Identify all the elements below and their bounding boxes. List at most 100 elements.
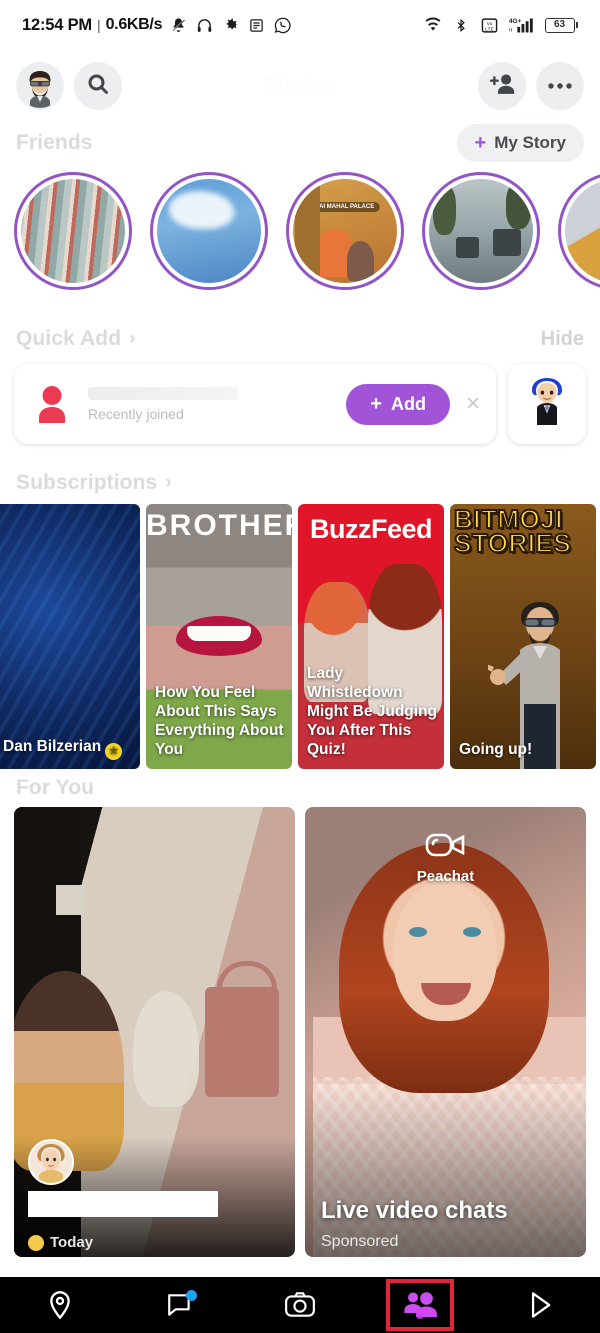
subscription-caption: Going up! (459, 741, 533, 759)
story-item[interactable]: JAI MAHAL PALACE (286, 172, 404, 290)
my-story-label: My Story (494, 133, 566, 152)
timestamp-row: Today (28, 1234, 93, 1251)
svg-text:Vo: Vo (486, 20, 492, 26)
add-friend-button[interactable]: + Add (346, 383, 450, 425)
story-item[interactable] (150, 172, 268, 290)
timestamp: Today (50, 1234, 94, 1251)
gear-icon (221, 16, 240, 35)
headphones-icon (195, 16, 214, 35)
story-thumbnail-market (21, 179, 125, 283)
status-time: 12:54 PM (22, 15, 92, 34)
quick-add-username-redacted (88, 386, 238, 400)
story-location-tag: JAI MAHAL PALACE (309, 201, 381, 212)
username-redaction-bar (28, 1191, 218, 1217)
header-actions (478, 62, 584, 110)
card-title: Live video chats (321, 1197, 508, 1224)
nav-map-tab[interactable] (0, 1277, 120, 1333)
subscription-caption-wrap: Dan Bilzerian ★ (3, 738, 133, 760)
friends-group-icon (402, 1290, 438, 1320)
play-triangle-icon (526, 1290, 554, 1320)
friends-title: Friends (16, 131, 93, 154)
quick-add-section-header: Quick Add › Hide (0, 318, 600, 360)
status-bar-right: Vo LTE 4G+ ıı 63 (424, 16, 578, 35)
my-story-button[interactable]: + My Story (456, 124, 584, 162)
wifi-icon (424, 16, 443, 35)
story-item[interactable] (422, 172, 540, 290)
hide-button[interactable]: Hide (541, 328, 584, 351)
plus-icon: + (370, 393, 382, 415)
location-pin-icon (46, 1290, 74, 1320)
gradient-overlay (305, 1087, 586, 1257)
for-you-card[interactable]: Today (14, 807, 295, 1257)
subscription-tile[interactable]: Dan Bilzerian ★ (0, 504, 140, 769)
add-label: Add (390, 393, 426, 414)
svg-text:LTE: LTE (485, 26, 494, 32)
brand-logo: Peachat (305, 829, 586, 885)
story-dot-icon (28, 1234, 44, 1251)
subscriptions-carousel[interactable]: Dan Bilzerian★ BROTHER How You Feel Abou… (0, 504, 600, 769)
friends-section-header: Friends + My Story (0, 122, 600, 164)
story-thumbnail-sky (157, 179, 261, 283)
subscription-tile[interactable]: BROTHER How You Feel About This Says Eve… (146, 504, 292, 769)
profile-bitmoji-icon (18, 64, 62, 108)
video-camera-icon (424, 833, 468, 865)
sponsored-label: Sponsored (321, 1233, 399, 1250)
signal-4gplus-icon: 4G+ ıı (508, 16, 536, 35)
search-icon (86, 72, 110, 101)
teeth-graphic (187, 626, 251, 641)
nav-stories-tab[interactable] (360, 1277, 480, 1333)
quick-add-card[interactable]: Recently joined + Add × (14, 364, 496, 444)
profile-avatar-button[interactable] (16, 62, 64, 110)
quick-add-card[interactable] (508, 364, 586, 444)
story-item[interactable] (558, 172, 600, 290)
svg-text:4G+: 4G+ (508, 18, 521, 25)
nav-spotlight-tab[interactable] (480, 1277, 600, 1333)
add-friends-button[interactable] (478, 62, 526, 110)
for-you-card[interactable]: Peachat Live video chats Sponsored (305, 807, 586, 1257)
snapchat-stories-screen: 12:54 PM | 0.6KB/s Vo LTE 4G+ ıı 63 Stor… (0, 0, 600, 1333)
more-dots-icon (547, 77, 573, 95)
svg-text:ıı: ıı (508, 27, 512, 34)
nav-chat-tab[interactable] (120, 1277, 240, 1333)
close-icon[interactable]: × (466, 392, 480, 416)
status-bar: 12:54 PM | 0.6KB/s Vo LTE 4G+ ıı 63 (0, 0, 600, 50)
quick-add-card-text: Recently joined (88, 386, 346, 422)
more-options-button[interactable] (536, 62, 584, 110)
subscription-tile[interactable]: BITMOJI STORIES Going up! (450, 504, 596, 769)
add-person-icon (489, 72, 516, 101)
bitmoji-avatar-icon (524, 377, 570, 432)
subscription-tile[interactable]: BuzzFeed Lady Whistledown Might Be Judgi… (298, 504, 444, 769)
status-data-rate: 0.6KB/s (105, 16, 163, 33)
for-you-grid[interactable]: Today Peachat Live video chats Sponsored (0, 807, 600, 1257)
for-you-title: For You (16, 776, 95, 799)
battery-level: 63 (553, 19, 566, 30)
subscription-brand: BuzzFeed (309, 514, 433, 544)
subscription-brand: BITMOJI STORIES (453, 504, 572, 558)
chat-unread-badge (185, 1290, 197, 1301)
eye-graphic (463, 927, 481, 937)
brand-name: Peachat (416, 868, 475, 885)
chevron-right-icon[interactable]: › (165, 472, 171, 494)
friends-stories-carousel[interactable]: JAI MAHAL PALACE (0, 164, 600, 290)
chevron-right-icon[interactable]: › (129, 328, 135, 350)
subscription-caption: Lady Whistledown Might Be Judging You Af… (307, 665, 438, 759)
camera-icon (284, 1291, 316, 1319)
search-button[interactable] (74, 62, 122, 110)
eye-graphic (409, 927, 427, 937)
app-header: Stories (0, 50, 600, 122)
battery-icon: 63 (544, 17, 578, 33)
status-bar-left: 12:54 PM | 0.6KB/s (22, 16, 292, 35)
story-item[interactable] (14, 172, 132, 290)
quick-add-title: Quick Add (16, 327, 122, 350)
nav-camera-tab[interactable] (240, 1277, 360, 1333)
subscriptions-title: Subscriptions (16, 471, 158, 494)
lace-graphic (133, 991, 199, 1107)
avatar (28, 1139, 74, 1185)
verified-star-icon: ★ (105, 743, 123, 760)
story-thumbnail-road (429, 179, 533, 283)
quick-add-carousel[interactable]: Recently joined + Add × (0, 360, 600, 444)
for-you-section-header: For You (0, 769, 600, 807)
subscription-brand: BROTHER (146, 509, 292, 542)
subscriptions-section-header: Subscriptions › (0, 462, 600, 504)
frame-graphic (56, 885, 84, 915)
